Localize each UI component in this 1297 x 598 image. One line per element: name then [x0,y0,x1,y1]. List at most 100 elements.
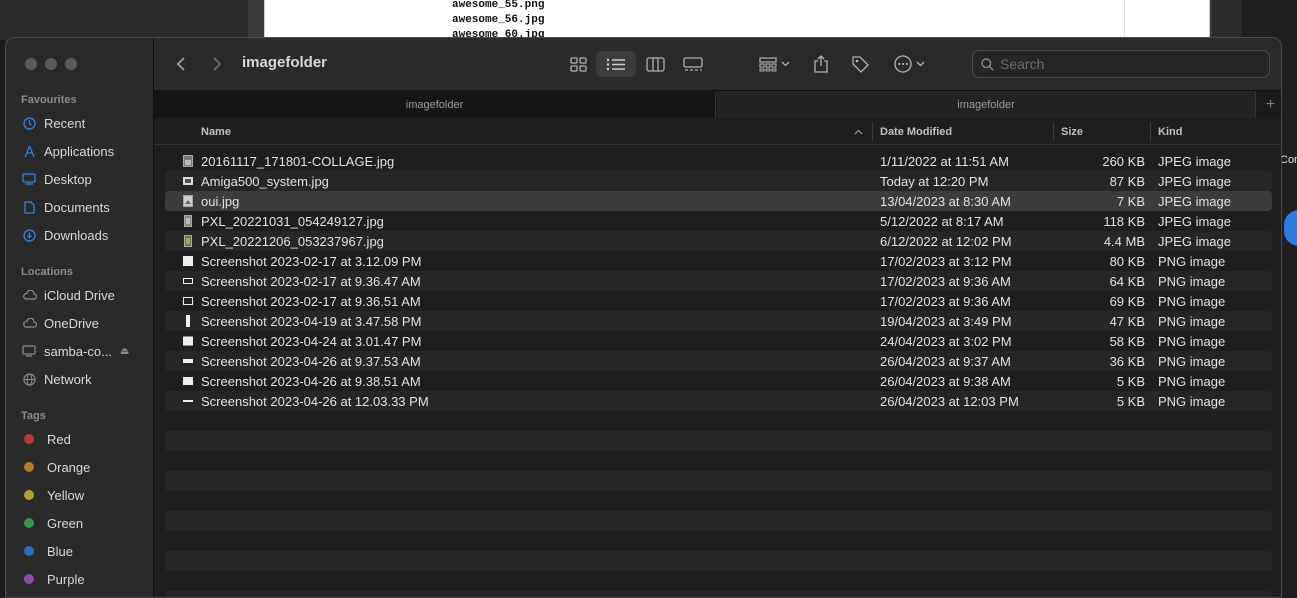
file-size: 80 KB [1109,253,1145,269]
sidebar-item-applications[interactable]: Applications [21,141,114,161]
sidebar-item-icloud-drive[interactable]: iCloud Drive [21,285,115,305]
main-pane: imagefolder Search imagefolder imagefold… [154,38,1281,597]
file-kind: JPEG image [1158,233,1231,249]
share-button[interactable] [810,51,832,77]
png-file-icon [183,359,193,363]
column-divider[interactable] [872,122,873,141]
file-row[interactable]: PXL_20221031_054249127.jpg 5/12/2022 at … [165,211,1272,231]
tab-imagefolder-2[interactable]: imagefolder [717,91,1255,119]
empty-row [165,491,1272,511]
file-name: 20161117_171801-COLLAGE.jpg [201,153,395,169]
column-divider[interactable] [1150,122,1151,141]
chevron-right-icon [213,57,222,71]
png-file-icon [183,400,193,402]
document-icon [21,200,37,214]
tags-heading: Tags [21,410,46,422]
file-row[interactable]: Screenshot 2023-04-26 at 12.03.33 PM 26/… [165,391,1272,411]
file-kind: JPEG image [1158,213,1231,229]
sidebar-item-label: Orange [47,459,91,475]
file-kind: PNG image [1158,273,1226,289]
file-row-selected[interactable]: oui.jpg 13/04/2023 at 8:30 AM 7 KB JPEG … [165,191,1272,211]
gallery-icon [683,56,703,71]
file-size: 87 KB [1109,173,1145,189]
png-file-icon [183,297,193,305]
file-kind: JPEG image [1158,153,1231,169]
file-row[interactable]: Screenshot 2023-02-17 at 9.36.47 AM 17/0… [165,271,1272,291]
sidebar-tag-orange[interactable]: Orange [21,457,90,477]
chevron-left-icon [176,57,185,71]
file-row[interactable]: Screenshot 2023-04-24 at 3.01.47 PM 24/0… [165,331,1272,351]
desktop-icon [21,172,37,186]
sidebar-item-label: Yellow [47,487,85,503]
column-header-name[interactable]: Name [201,118,231,145]
new-tab-button[interactable]: + [1255,91,1281,119]
back-button[interactable] [171,54,191,74]
sidebar-tag-green[interactable]: Green [21,513,83,533]
file-row[interactable]: Screenshot 2023-02-17 at 9.36.51 AM 17/0… [165,291,1272,311]
sidebar-item-label: OneDrive [44,315,99,331]
share-icon [814,55,828,73]
background-right-text: Cor [1280,154,1297,166]
column-header-size[interactable]: Size [1061,118,1083,145]
close-window-button[interactable] [25,58,37,70]
file-kind: PNG image [1158,333,1226,349]
zoom-window-button[interactable] [65,58,77,70]
tag-dot-icon [24,574,34,584]
tag-dot-icon [24,462,34,472]
sidebar-item-desktop[interactable]: Desktop [21,169,92,189]
background-doc-line: awesome_56.jpg [452,14,545,26]
tab-label: imagefolder [405,99,464,111]
tab-imagefolder-1[interactable]: imagefolder [154,91,716,119]
search-input[interactable] [1000,56,1250,72]
minimize-window-button[interactable] [45,58,57,70]
sidebar-item-documents[interactable]: Documents [21,197,110,217]
sidebar-tag-blue[interactable]: Blue [21,541,73,561]
sidebar-item-samba[interactable]: samba-co... ⏏ [21,341,129,361]
file-row[interactable]: Screenshot 2023-04-26 at 9.38.51 AM 26/0… [165,371,1272,391]
file-row[interactable]: Screenshot 2023-04-19 at 3.47.58 PM 19/0… [165,311,1272,331]
file-row[interactable]: PXL_20221206_053237967.jpg 6/12/2022 at … [165,231,1272,251]
file-row[interactable]: Amiga500_system.jpg Today at 12:20 PM 87… [165,171,1272,191]
file-row[interactable]: Screenshot 2023-04-26 at 9.37.53 AM 26/0… [165,351,1272,371]
file-kind: PNG image [1158,313,1226,329]
sort-ascending-icon[interactable] [854,118,863,145]
sidebar-item-downloads[interactable]: Downloads [21,225,108,245]
file-name: Screenshot 2023-02-17 at 3.12.09 PM [201,253,422,269]
file-name: Screenshot 2023-04-26 at 9.38.51 AM [201,373,421,389]
more-actions-button[interactable] [889,51,929,77]
sidebar-item-network[interactable]: Network [21,369,92,389]
list-icon [606,58,625,70]
file-date: 19/04/2023 at 3:49 PM [880,313,1012,329]
file-date: 24/04/2023 at 3:02 PM [880,333,1012,349]
file-date: 26/04/2023 at 9:38 AM [880,373,1011,389]
list-view-button[interactable] [596,51,636,77]
column-divider[interactable] [1053,122,1054,141]
file-row[interactable]: Screenshot 2023-02-17 at 3.12.09 PM 17/0… [165,251,1272,271]
sidebar-tag-yellow[interactable]: Yellow [21,485,84,505]
sidebar-tag-purple[interactable]: Purple [21,569,85,589]
empty-row [165,471,1272,491]
file-name: Screenshot 2023-04-24 at 3.01.47 PM [201,333,422,349]
file-size: 118 KB [1103,213,1145,229]
column-view-button[interactable] [641,51,669,77]
column-header-kind[interactable]: Kind [1158,118,1182,145]
file-row[interactable]: 20161117_171801-COLLAGE.jpg 1/11/2022 at… [165,151,1272,171]
tag-icon [851,55,869,73]
sidebar-tag-red[interactable]: Red [21,429,71,449]
icon-view-button[interactable] [564,51,592,77]
download-icon [21,228,37,242]
sidebar-item-recent[interactable]: Recent [21,113,85,133]
jpeg-file-icon [183,155,193,167]
group-button[interactable] [754,51,794,77]
tag-button[interactable] [848,51,872,77]
file-size: 260 KB [1102,153,1145,169]
sidebar-item-onedrive[interactable]: OneDrive [21,313,99,333]
gallery-view-button[interactable] [679,51,707,77]
file-size: 64 KB [1109,273,1145,289]
file-date: Today at 12:20 PM [880,173,989,189]
search-field[interactable] [972,50,1270,78]
column-header-date-modified[interactable]: Date Modified [880,118,952,145]
column-header: Name Date Modified Size Kind [154,118,1281,145]
eject-icon[interactable]: ⏏ [120,346,129,357]
forward-button[interactable] [207,54,227,74]
